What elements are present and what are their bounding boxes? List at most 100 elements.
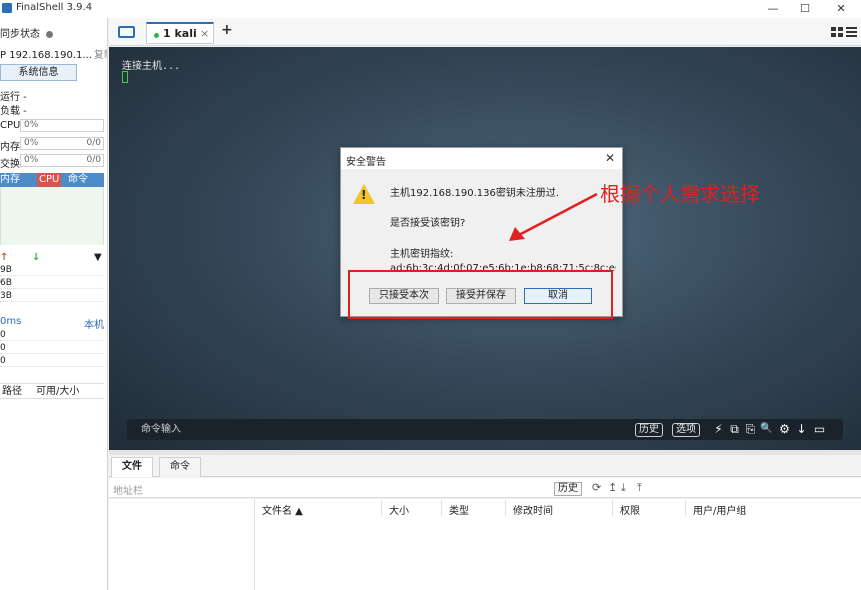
sync-status: 同步状态 [0, 25, 53, 40]
session-tab-bar: 1 kali × + [109, 18, 861, 46]
col-size[interactable]: 大小 [389, 502, 409, 517]
title-bar: FinalShell 3.9.4 — ☐ ✕ [0, 0, 861, 18]
host-ip: P 192.168.190.1... [0, 50, 92, 61]
layout-grid-icon[interactable] [831, 27, 843, 37]
col-user-group[interactable]: 用户/用户组 [693, 502, 746, 517]
annotation-text: 根据个人需求选择 [600, 182, 760, 206]
process-table-header: 内存 CPU 命令 [0, 173, 104, 187]
gear-icon[interactable]: ⚙ [778, 422, 791, 436]
address-bar[interactable]: 地址栏 历史 ⟳ ↥ ⤓ ⤒ [109, 478, 861, 498]
col-cpu[interactable]: CPU [37, 173, 62, 187]
column-separator [612, 500, 613, 516]
command-bar: 历史 选项 ⚡ ⧉ ⎘ 🔍 ⚙ ↓ ▭ [127, 419, 843, 440]
dialog-close-icon[interactable]: ✕ [605, 151, 615, 165]
copy-ip-link[interactable]: 复制 [94, 50, 107, 61]
host-ip-row: P 192.168.190.1...复制 [0, 46, 107, 61]
memory-total: 0/0 [86, 138, 101, 148]
column-separator [381, 500, 382, 516]
annotation-arrow-icon [509, 192, 598, 241]
lightning-icon[interactable]: ⚡ [712, 422, 725, 436]
download-arrow-icon: ↓ [32, 252, 41, 263]
ping-row: 0 [0, 355, 104, 367]
col-filename[interactable]: 文件名 ▲ [262, 502, 303, 517]
menu-icon[interactable] [846, 27, 857, 37]
ping-row: 0 [0, 342, 104, 354]
col-path[interactable]: 路径 [2, 384, 22, 400]
dialog-title: 安全警告 [346, 157, 386, 168]
system-info-button[interactable]: 系统信息 [0, 64, 77, 81]
network-row: 3B [0, 290, 104, 302]
column-separator [505, 500, 506, 516]
options-button[interactable]: 选项 [672, 423, 700, 437]
col-modified-time[interactable]: 修改时间 [513, 502, 553, 517]
memory-meter: 0% 0/0 [20, 137, 104, 150]
memory-value: 0% [24, 138, 39, 148]
fingerprint-label: 主机密钥指纹: [390, 249, 454, 260]
upload-arrow-icon: ↑ [0, 252, 9, 263]
col-command[interactable]: 命令 [68, 173, 88, 187]
refresh-icon[interactable]: ⟳ [592, 481, 601, 494]
swap-label: 交换 [0, 159, 20, 170]
process-table-body [0, 187, 104, 245]
disk-table-header: 路径 可用/大小 [0, 383, 104, 399]
col-memory[interactable]: 内存 [0, 173, 20, 187]
load-status: 负载 - [0, 106, 27, 117]
swap-value: 0% [24, 155, 39, 165]
dialog-question: 是否接受该密钥? [390, 218, 466, 229]
tab-commands[interactable]: 命令 [159, 457, 201, 477]
network-dropdown-icon[interactable]: ▼ [94, 252, 102, 263]
maximize-button[interactable]: ☐ [790, 0, 820, 18]
cpu-value: 0% [24, 120, 39, 130]
col-permissions[interactable]: 权限 [620, 502, 640, 517]
connected-dot-icon [154, 33, 159, 38]
file-history-button[interactable]: 历史 [554, 482, 582, 496]
tab-files[interactable]: 文件 [111, 457, 153, 477]
window-icon[interactable]: ▭ [813, 422, 826, 436]
swap-total: 0/0 [86, 155, 101, 165]
tab-close-icon[interactable]: × [200, 27, 209, 40]
dialog-title-bar: 安全警告 ✕ [341, 148, 622, 169]
folder-icon[interactable] [118, 26, 135, 38]
minimize-button[interactable]: — [758, 0, 788, 18]
col-type[interactable]: 类型 [449, 502, 469, 517]
sync-status-label: 同步状态 [0, 29, 40, 40]
directory-tree[interactable] [109, 499, 255, 590]
network-row: 6B [0, 277, 104, 289]
sync-dot-icon [46, 30, 53, 38]
close-window-button[interactable]: ✕ [826, 0, 856, 18]
col-available-size[interactable]: 可用/大小 [36, 384, 79, 400]
add-tab-icon[interactable]: + [221, 22, 233, 38]
window-title: FinalShell 3.9.4 [16, 2, 93, 13]
search-icon[interactable]: 🔍 [760, 422, 773, 436]
file-panel-tabs: 文件 命令 [109, 455, 861, 477]
upload-icon[interactable]: ⤒ [637, 481, 642, 495]
copy-icon[interactable]: ⧉ [728, 422, 741, 436]
address-label: 地址栏 [113, 486, 143, 497]
network-header: ↑ ↓ ▼ [0, 252, 104, 263]
warning-mark: ! [361, 188, 367, 202]
network-row: 9B [0, 264, 104, 276]
file-list: 文件名 ▲ 大小 类型 修改时间 权限 用户/用户组 [109, 499, 861, 590]
history-button[interactable]: 历史 [635, 423, 663, 437]
highlight-box [348, 270, 613, 319]
memory-label: 内存 [0, 142, 20, 153]
cpu-label: CPU [0, 120, 21, 131]
up-directory-icon[interactable]: ↥ [608, 481, 617, 494]
terminal-output: 连接主机... [122, 61, 181, 72]
ping-row: 0 [0, 329, 104, 341]
ping-latency: 0ms [0, 316, 22, 327]
column-separator [441, 500, 442, 516]
swap-meter: 0% 0/0 [20, 154, 104, 167]
command-input[interactable] [141, 422, 621, 437]
app-logo-icon [2, 3, 12, 13]
paste-icon[interactable]: ⎘ [744, 422, 757, 436]
monitor-panel: 同步状态 P 192.168.190.1...复制 系统信息 运行 - 负载 -… [0, 18, 108, 590]
terminal-cursor [122, 71, 128, 83]
download-icon[interactable]: ⤓ [621, 481, 626, 495]
tab-kali[interactable]: 1 kali × [146, 22, 214, 44]
run-status: 运行 - [0, 92, 27, 103]
column-separator [685, 500, 686, 516]
tab-label: 1 kali [163, 27, 197, 40]
arrow-down-icon[interactable]: ↓ [795, 422, 808, 436]
cpu-meter: 0% [20, 119, 104, 132]
